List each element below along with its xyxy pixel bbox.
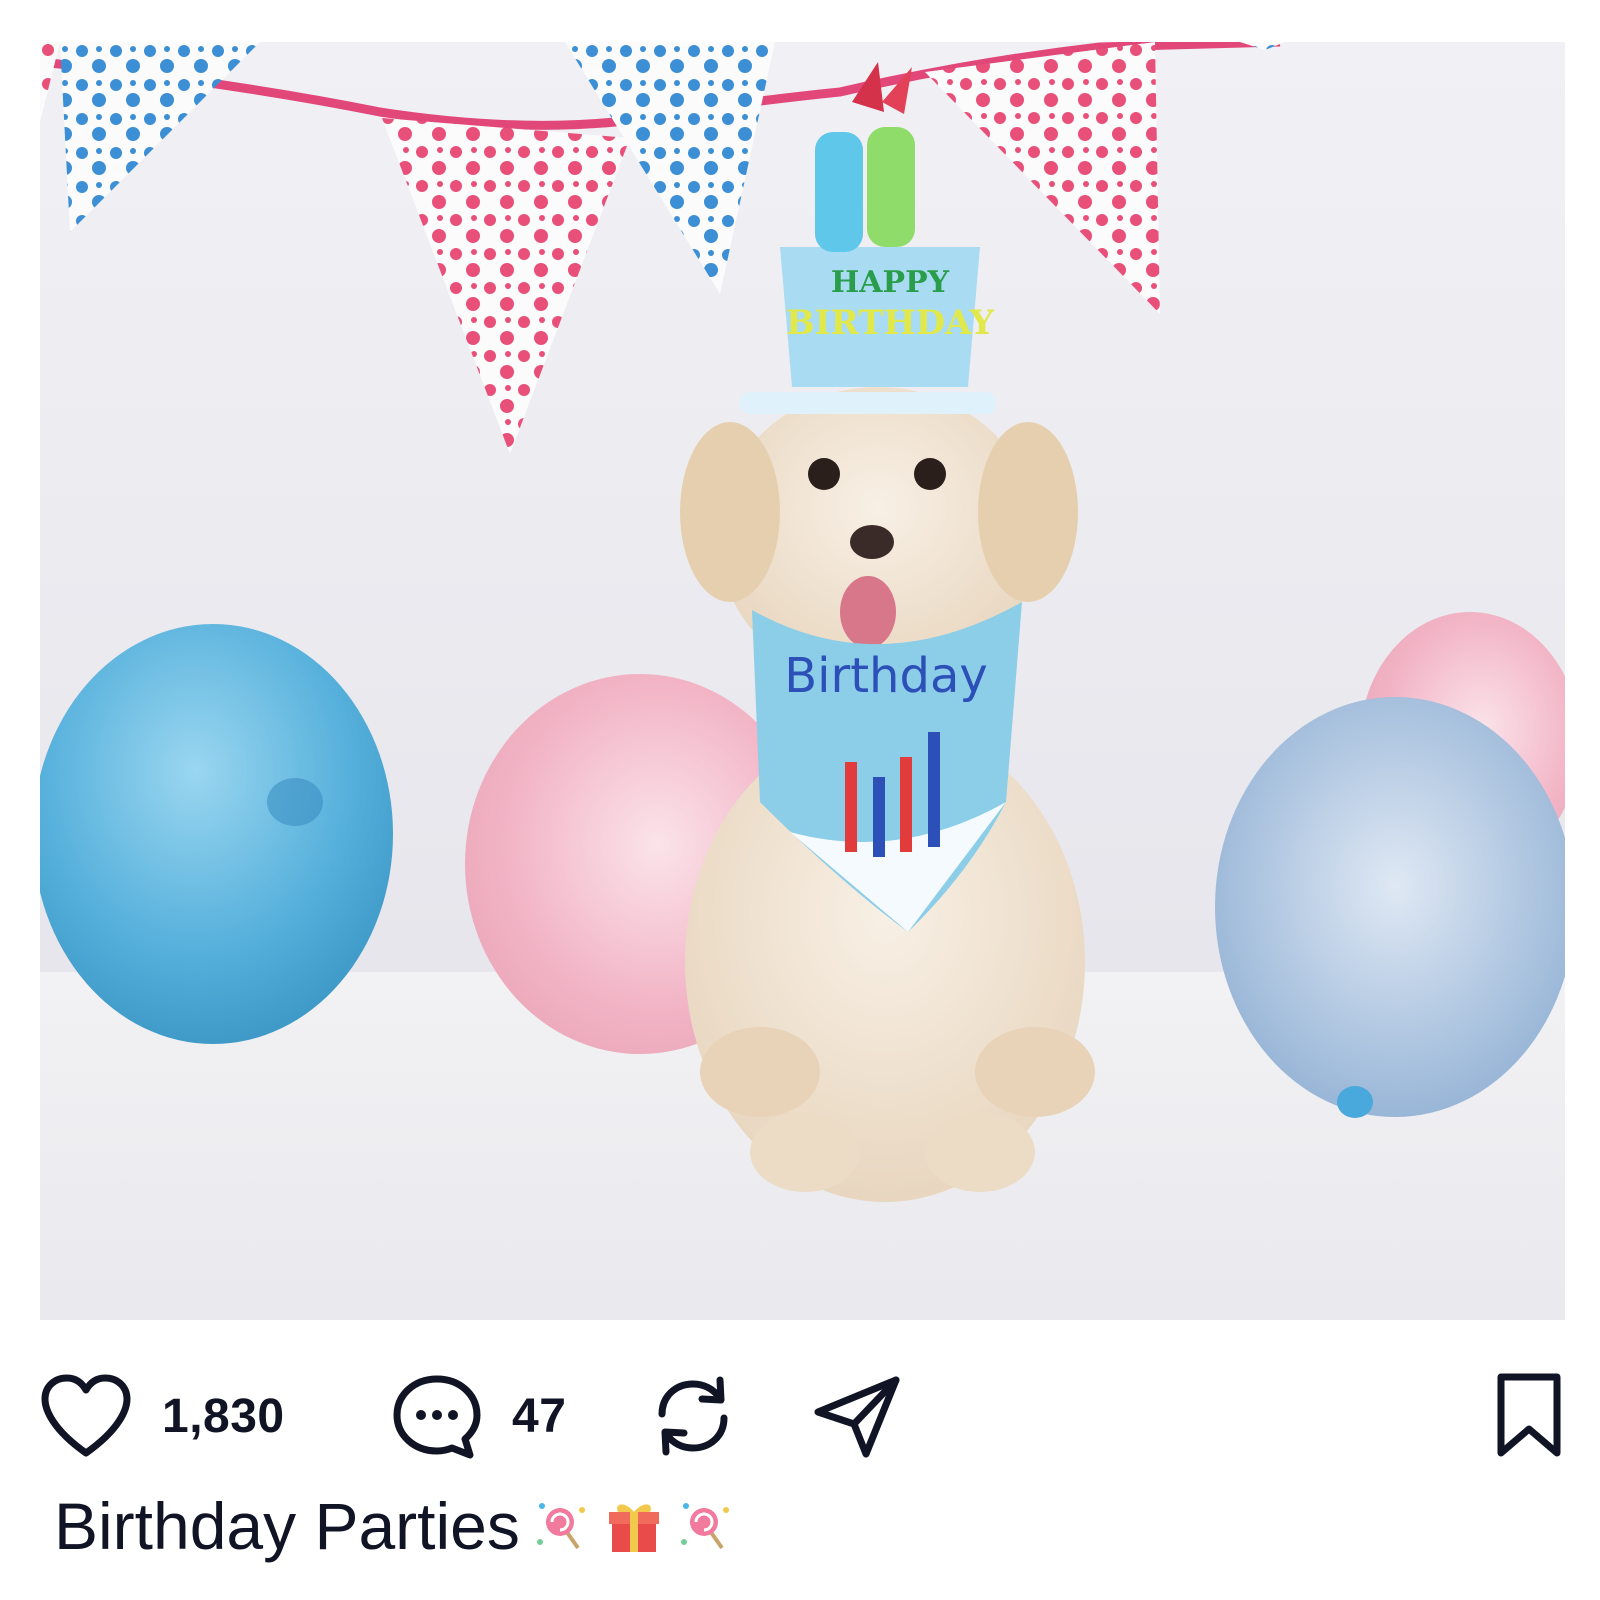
bandana-text: Birthday: [784, 648, 988, 704]
like-count: 1,830: [162, 1389, 285, 1443]
hat-text-line2: BIRTHDAY: [786, 303, 995, 343]
repost-icon: [650, 1372, 736, 1460]
dog-birthday-photo: Birthday HAPPY BIRTHDAY: [40, 42, 1565, 1320]
lollipop-icon: [534, 1498, 590, 1554]
lollipop-icon: [678, 1498, 734, 1554]
heart-icon: [40, 1373, 132, 1459]
gift-icon: [604, 1496, 664, 1556]
bookmark-icon: [1493, 1371, 1565, 1461]
post-photo[interactable]: Birthday HAPPY BIRTHDAY: [40, 42, 1565, 1320]
bookmark-button[interactable]: [1493, 1366, 1565, 1466]
comment-bubble-icon: [392, 1373, 482, 1459]
post-action-bar: 1,830 47: [40, 1366, 1565, 1466]
comment-count: 47: [512, 1389, 567, 1443]
send-icon: [812, 1372, 904, 1460]
comment-button[interactable]: 47: [392, 1366, 566, 1466]
caption-text: Birthday Parties: [54, 1489, 520, 1563]
hat-text-line1: HAPPY: [831, 265, 950, 300]
like-button[interactable]: 1,830: [40, 1366, 285, 1466]
repost-button[interactable]: [650, 1366, 736, 1466]
share-button[interactable]: [812, 1366, 904, 1466]
post-caption: Birthday Parties: [54, 1486, 734, 1566]
